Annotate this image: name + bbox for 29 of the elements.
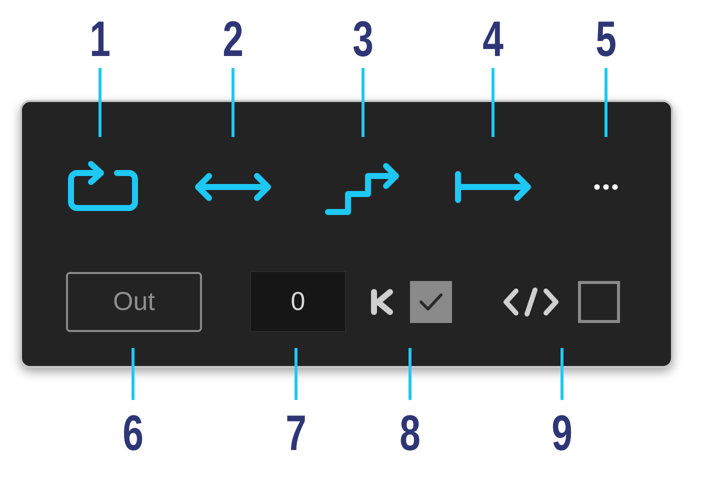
leader-line [362, 68, 364, 137]
callout-number: 9 [550, 408, 574, 458]
out-button[interactable]: Out [66, 272, 202, 332]
callout-number: 7 [284, 408, 308, 458]
leader-line [98, 68, 102, 137]
callout-number: 6 [122, 408, 144, 458]
double-arrow-icon[interactable] [193, 171, 273, 203]
more-icon[interactable] [594, 184, 618, 190]
callout-number: 2 [222, 14, 244, 64]
leader-line [560, 348, 564, 400]
callout-number: 4 [482, 14, 504, 64]
callout-number: 3 [352, 14, 374, 64]
value-field[interactable]: 0 [250, 271, 346, 332]
code-checkbox[interactable] [578, 280, 620, 322]
callout-number: 1 [88, 14, 112, 64]
checkmark-icon [418, 290, 444, 312]
leader-line [604, 68, 608, 137]
keyframe-checkbox[interactable] [410, 280, 452, 322]
leader-line [492, 68, 494, 137]
leader-line [408, 348, 412, 400]
callout-number: 5 [594, 14, 618, 64]
code-icon [502, 286, 560, 316]
loop-icon[interactable] [65, 160, 141, 214]
arrow-to-bar-icon[interactable] [453, 170, 533, 204]
leader-line [232, 68, 234, 137]
keyframe-k-icon [370, 288, 394, 314]
callout-number: 8 [398, 408, 422, 458]
leader-line [294, 348, 298, 400]
leader-line [132, 348, 134, 400]
